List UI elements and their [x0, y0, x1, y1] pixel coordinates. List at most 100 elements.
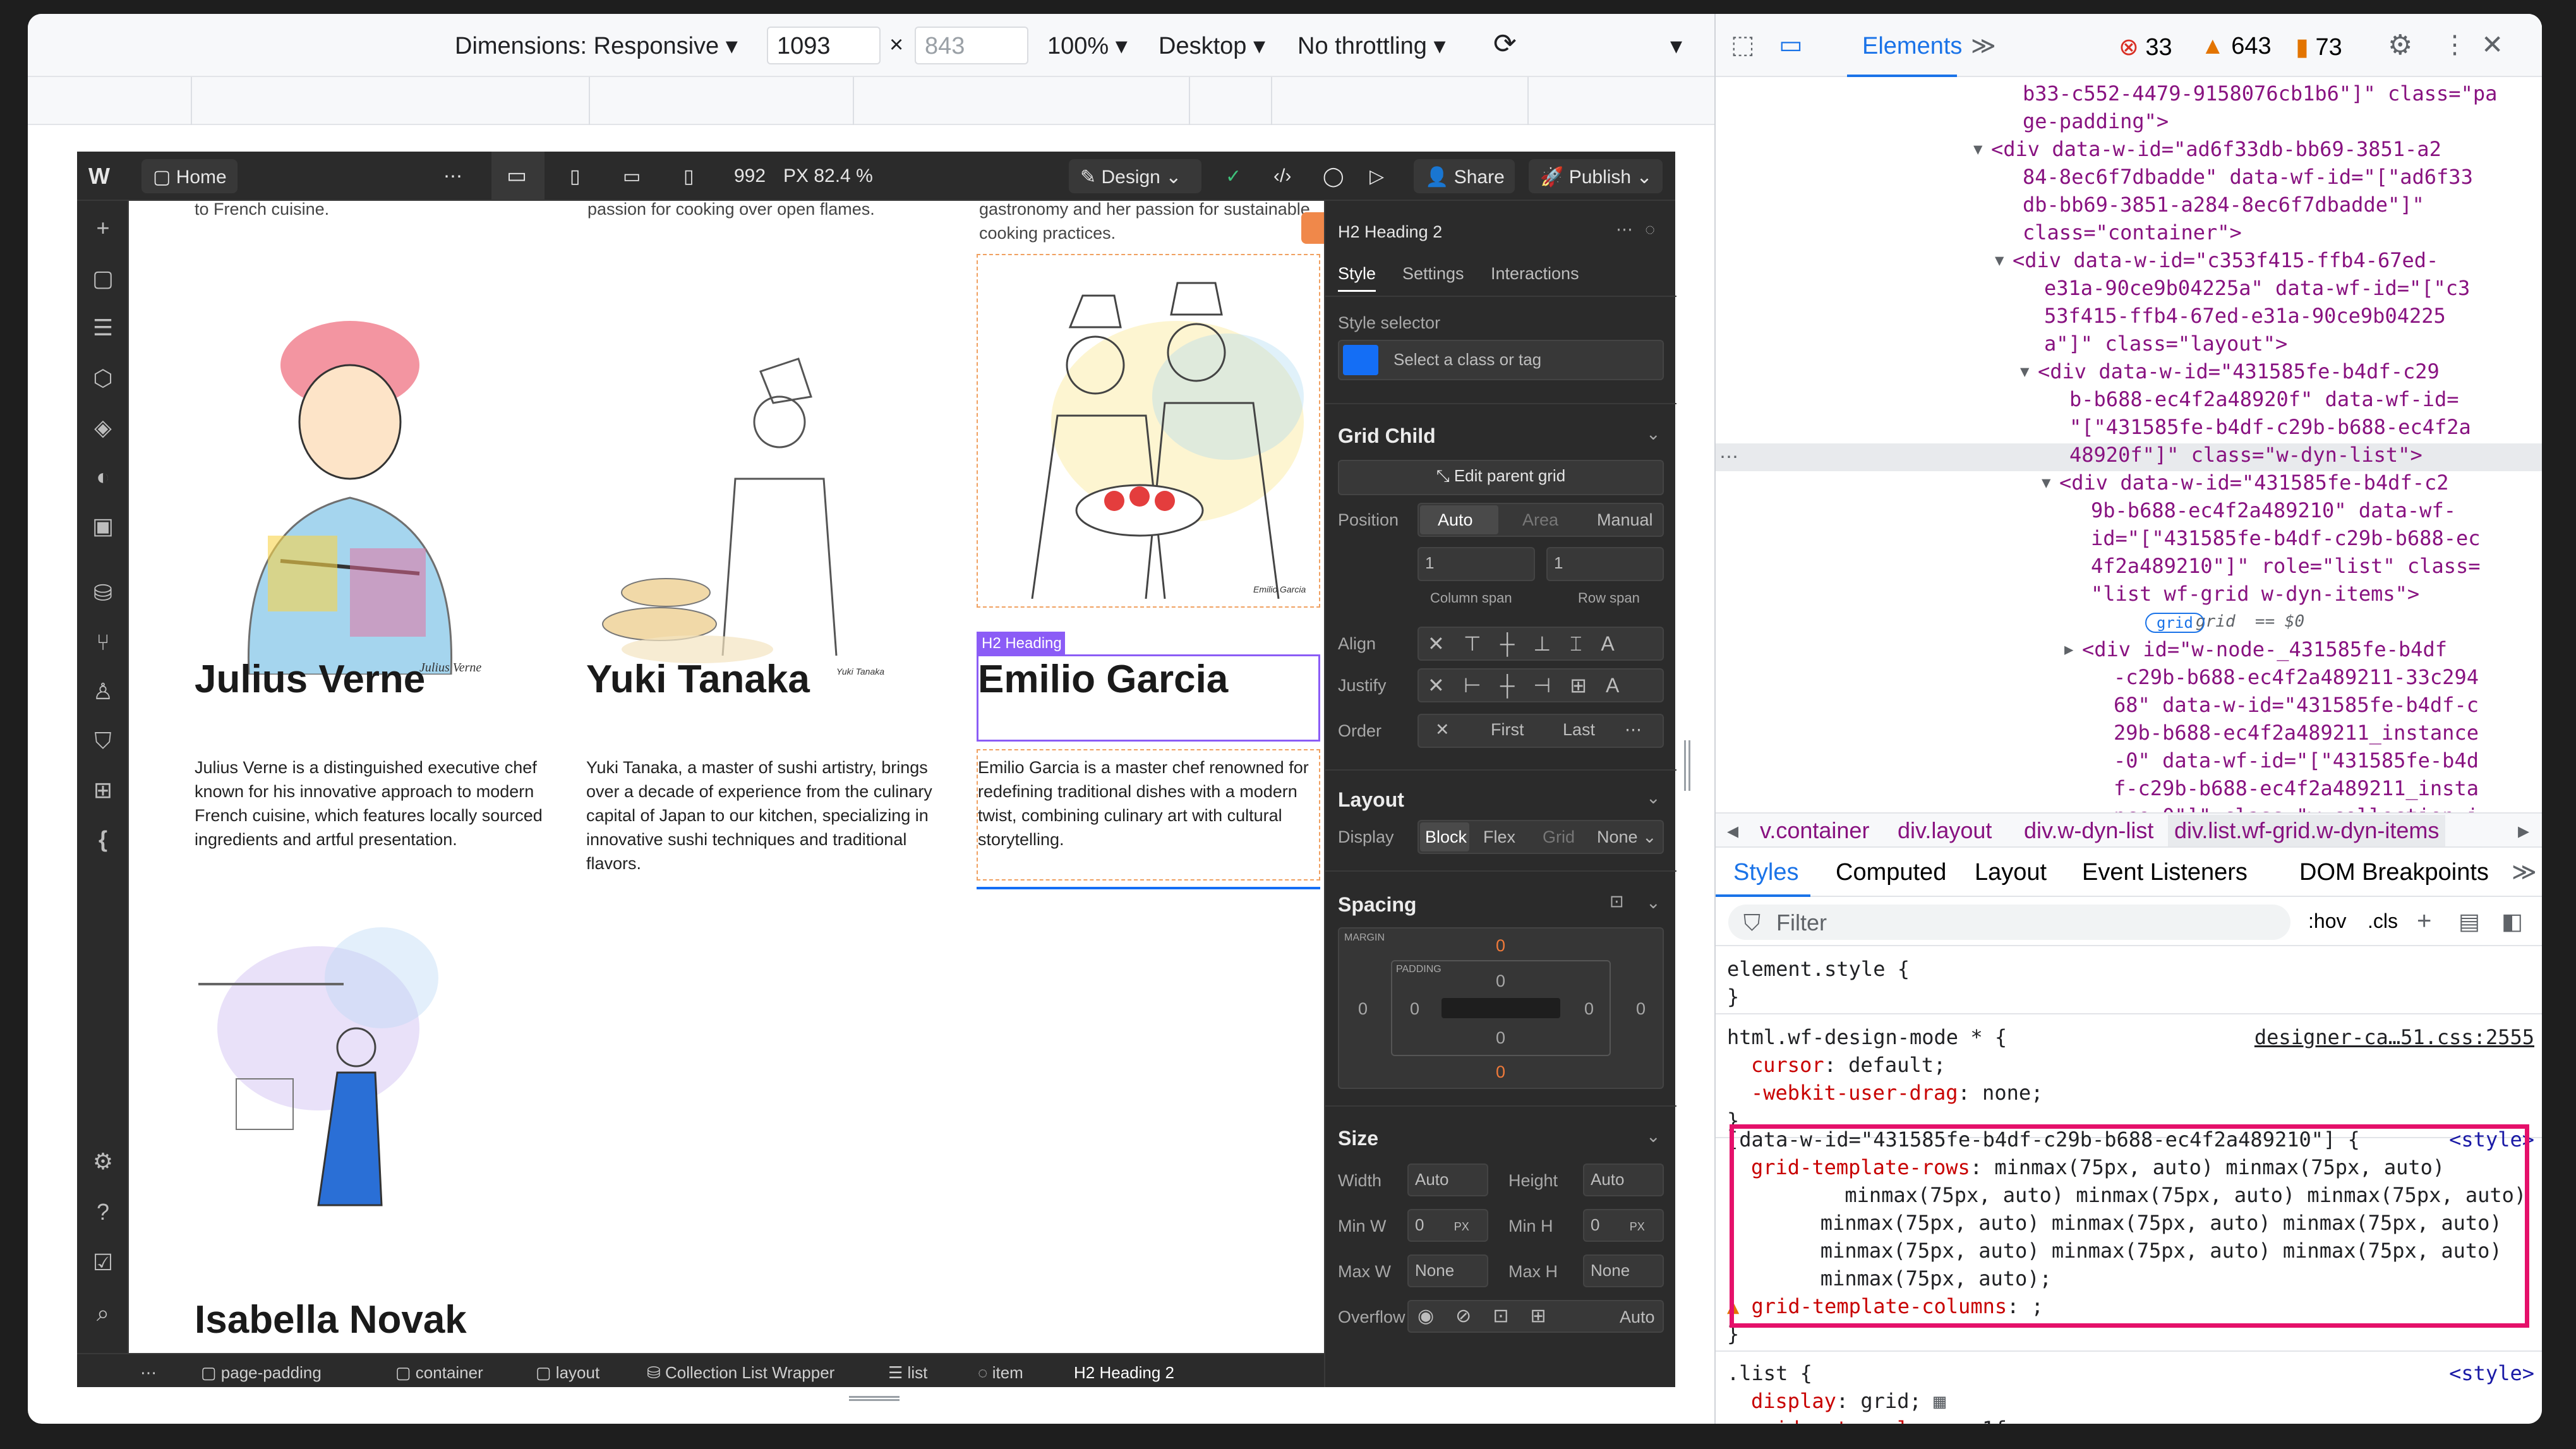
dimensions-dropdown[interactable]: Dimensions: Responsive ▾: [455, 32, 738, 60]
dom-line[interactable]: <div id="w-node-_431585fe-b4df: [2082, 635, 2447, 663]
chef-heading-julius[interactable]: Julius Verne: [195, 657, 425, 702]
breadcrumb-list[interactable]: ☰ list: [888, 1363, 927, 1383]
side-resize-handle[interactable]: [1684, 740, 1690, 791]
grid-editor-icon[interactable]: ▦: [1922, 1389, 1946, 1413]
max-height-input[interactable]: None: [1583, 1254, 1664, 1287]
chef-bio-emilio[interactable]: Emilio Garcia is a master chef renowned …: [978, 755, 1319, 851]
min-height-input[interactable]: 0 PX: [1583, 1209, 1664, 1242]
dom-line[interactable]: 4f2a489210"]" role="list" class=: [2091, 552, 2481, 580]
height-input[interactable]: Auto: [1583, 1163, 1664, 1196]
max-width-input[interactable]: None: [1407, 1254, 1488, 1287]
subtab-layout[interactable]: Layout: [1975, 859, 2047, 886]
style-selector-input[interactable]: Select a class or tag: [1338, 340, 1664, 380]
spacing-heading[interactable]: Spacing: [1338, 893, 1416, 917]
css-declaration[interactable]: display: grid; ▦: [1751, 1387, 1946, 1415]
logic-icon[interactable]: ⑂: [90, 629, 116, 656]
dom-line[interactable]: class="container">: [2023, 219, 2242, 246]
grid-badge[interactable]: grid: [2145, 613, 2205, 633]
dom-line[interactable]: 68" data-w-id="431585fe-b4df-c: [2114, 691, 2479, 719]
ecommerce-icon[interactable]: ⛉: [90, 728, 116, 754]
dom-ellipsis[interactable]: ⋯: [1719, 446, 1738, 468]
chef-bio-julius[interactable]: Julius Verne is a distinguished executiv…: [195, 755, 548, 851]
rule-selector[interactable]: .list {: [1727, 1359, 1812, 1387]
dom-line[interactable]: 9b-b688-ec4f2a489210" data-wf-: [2091, 496, 2456, 524]
dom-line[interactable]: -c29b-b688-ec4f2a489211-33c294: [2114, 663, 2479, 691]
dom-line[interactable]: nce-0"]" class="w-collection-i: [2114, 802, 2479, 812]
webflow-logo-icon[interactable]: W: [88, 163, 110, 189]
grid-child-heading[interactable]: Grid Child: [1338, 424, 1436, 448]
component-badge-icon[interactable]: [1301, 212, 1324, 244]
padding-top[interactable]: 0: [1496, 971, 1505, 991]
margin-bottom[interactable]: 0: [1496, 1062, 1505, 1082]
kebab-menu-icon[interactable]: ⋮: [2442, 30, 2467, 59]
dom-line[interactable]: -0" data-wf-id="["431585fe-b4d: [2114, 747, 2479, 774]
dom-line[interactable]: 53f415-ffb4-67ed-e31a-90ce9b04225: [2044, 302, 2446, 330]
dom-line[interactable]: <div data-w-id="431585fe-b4df-c29: [2038, 358, 2440, 385]
share-button[interactable]: 👤 Share: [1414, 159, 1515, 193]
margin-left[interactable]: 0: [1358, 999, 1368, 1019]
dom-line[interactable]: <div data-w-id="c353f415-ffb4-67ed-: [2013, 246, 2438, 274]
breadcrumb-collection-list-wrapper[interactable]: ⛁ Collection List Wrapper: [647, 1363, 834, 1383]
cms-icon[interactable]: ⛁: [90, 580, 116, 606]
search-icon[interactable]: ⌕: [90, 1300, 116, 1326]
css-property[interactable]: grid-auto-columns: [1751, 1417, 1958, 1424]
padding-right[interactable]: 0: [1584, 999, 1594, 1019]
breadcrumb-page-padding[interactable]: ▢ page-padding: [201, 1363, 322, 1383]
display-flex[interactable]: Flex: [1483, 827, 1515, 847]
settings-icon[interactable]: ⚙: [90, 1148, 116, 1175]
dom-line[interactable]: e31a-90ce9b04225a" data-wf-id="["c3: [2044, 274, 2470, 302]
more-tabs-icon[interactable]: ≫: [1971, 32, 1996, 60]
dom-line[interactable]: a"]" class="layout">: [2044, 330, 2287, 358]
row-span-input[interactable]: 1: [1546, 547, 1664, 581]
errors-badge[interactable]: ⊗ 33: [2119, 33, 2172, 61]
crumb-next-icon[interactable]: ▸: [2518, 817, 2529, 844]
design-canvas[interactable]: to French cuisine. passion for cooking o…: [129, 201, 1324, 1353]
dom-line[interactable]: b-b688-ec4f2a48920f" data-wf-id=: [2069, 385, 2459, 413]
margin-right[interactable]: 0: [1636, 999, 1646, 1019]
order-first[interactable]: First: [1491, 720, 1524, 740]
panel-more-icon[interactable]: ⋯: [1616, 220, 1633, 239]
apps-icon[interactable]: ⊞: [90, 777, 116, 803]
display-none[interactable]: None ⌄: [1597, 827, 1657, 847]
position-auto[interactable]: Auto: [1438, 510, 1473, 530]
breadcrumb-container[interactable]: ▢ container: [395, 1363, 483, 1383]
rule-source-link[interactable]: <style>: [2449, 1359, 2534, 1387]
audit-icon[interactable]: ☑: [90, 1249, 116, 1276]
display-grid[interactable]: Grid: [1543, 827, 1575, 847]
tablet-icon[interactable]: ▯: [570, 165, 581, 188]
order-more[interactable]: ⋯: [1625, 720, 1642, 740]
preview-icon[interactable]: ▷: [1369, 165, 1384, 188]
dom-line[interactable]: 84-8ec6f7dbadde" data-wf-id="["ad6f33: [2023, 163, 2473, 191]
layout-collapse-icon[interactable]: ⌄: [1646, 788, 1661, 808]
rotate-icon[interactable]: ⟳: [1493, 28, 1517, 60]
chef-heading-yuki[interactable]: Yuki Tanaka: [586, 657, 810, 702]
css-value[interactable]: grid;: [1860, 1389, 1921, 1413]
subtabs-more-icon[interactable]: ≫: [2512, 858, 2537, 886]
order-none-icon[interactable]: ✕: [1435, 720, 1450, 740]
padding-left[interactable]: 0: [1410, 999, 1419, 1019]
dom-line[interactable]: ge-padding">: [2023, 107, 2169, 135]
settings-gear-icon[interactable]: ⚙: [2388, 29, 2412, 61]
portrait-icon[interactable]: ▯: [683, 165, 694, 188]
chef-heading-isabella[interactable]: Isabella Novak: [195, 1297, 467, 1342]
justify-controls[interactable]: ✕⊢┼⊣⊞A: [1417, 668, 1664, 702]
dom-line[interactable]: "list wf-grid w-dyn-items">: [2091, 580, 2419, 608]
elements-tab[interactable]: Elements: [1862, 33, 1962, 60]
margin-top[interactable]: 0: [1496, 936, 1505, 956]
padding-bottom[interactable]: 0: [1496, 1028, 1505, 1048]
panel-component-icon[interactable]: ◌: [1645, 220, 1655, 239]
sidebar-toggle-icon[interactable]: ◧: [2501, 908, 2523, 935]
width-input[interactable]: Auto: [1407, 1163, 1488, 1196]
css-declaration[interactable]: -webkit-user-drag: none;: [1751, 1079, 2043, 1107]
close-devtools-icon[interactable]: ✕: [2481, 29, 2503, 60]
css-property[interactable]: display: [1751, 1389, 1836, 1413]
code-braces-icon[interactable]: {: [90, 826, 116, 853]
variables-icon[interactable]: ◐: [90, 464, 116, 490]
dom-line[interactable]: b33-c552-4479-9158076cb1b6"]" class="pa: [2023, 80, 2497, 107]
mode-dropdown[interactable]: ✎ Design ⌄: [1069, 159, 1201, 193]
new-rule-icon[interactable]: +: [2417, 907, 2431, 935]
css-declaration[interactable]: cursor: default;: [1751, 1051, 1946, 1079]
spacing-preset-icon[interactable]: ⊡: [1610, 892, 1624, 911]
more-options-icon[interactable]: ▾: [1670, 32, 1682, 60]
comment-icon[interactable]: ◯: [1323, 165, 1344, 188]
